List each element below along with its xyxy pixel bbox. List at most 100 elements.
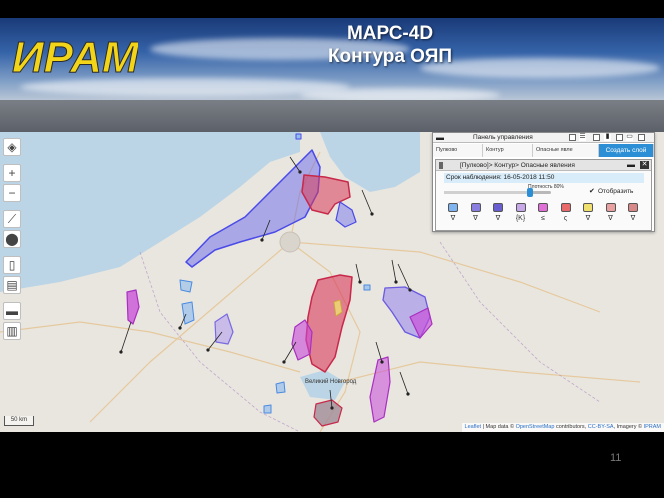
measure-icon[interactable]: ⟋ [3,210,21,228]
provider-link[interactable]: IPRAM [644,424,661,430]
contour-blue-tiny-2[interactable] [363,284,371,291]
layers-icon[interactable]: ◈ [3,138,21,156]
ipram-logo: ИРАМ [12,33,139,83]
contour-blue-small-2[interactable] [179,279,193,293]
map-attribution: Leaflet | Map data © OpenStreetMap contr… [461,423,664,432]
layer-box: [Пулково]> Контур> Опасные явления ▬ ✕ С… [435,159,652,231]
hazard-swatch[interactable]: ∇ [493,203,505,225]
density-slider-fill [444,191,530,194]
ground-band [0,100,664,132]
contour-blue-tiny-1[interactable] [295,133,302,140]
logo-text: ИРАМ [12,33,138,82]
swatch-color[interactable] [605,203,616,212]
contour-gray-south[interactable] [313,399,343,427]
hazard-symbol-icon: ∇ [495,215,501,222]
clipboard-icon[interactable]: ▤ [3,276,21,294]
hazard-symbol-icon: ς [563,215,568,222]
control-panel-title: Панель управления [473,134,533,141]
hazard-swatches: ∇ ∇ ∇ {K} ≤ ς ∇ ∇ ∇ [448,203,648,229]
swatch-color[interactable] [583,203,593,212]
contour-lavender-1[interactable] [214,313,234,345]
checkbox-icon-2[interactable] [593,134,600,141]
hazard-symbol-icon: ∇ [585,215,591,222]
contour-red-central[interactable] [305,274,353,373]
contour-blue-small-4[interactable] [263,404,272,414]
hazard-swatch[interactable]: ∇ [628,203,640,225]
attribution-text: | Map data © [481,424,516,430]
checkbox-icon-3[interactable] [616,134,623,141]
layer-header: [Пулково]> Контур> Опасные явления ▬ ✕ [436,160,651,171]
tab-hazards[interactable]: Опасные явле [533,144,599,157]
checkbox-icon[interactable] [569,134,576,141]
slide-header: ИРАМ МАРС-4D Контура ОЯП [0,18,664,132]
hazard-swatch[interactable]: ∇ [470,203,483,225]
print-icon[interactable]: ▬ [3,302,21,320]
tab-pulkovo[interactable]: Пулково [433,144,483,157]
swatch-color[interactable] [515,203,526,212]
swatch-color[interactable] [560,203,571,212]
swatch-color[interactable] [538,203,548,212]
contour-blue-small-3[interactable] [275,381,286,394]
hazard-swatch[interactable]: ς [560,203,573,225]
tab-contour[interactable]: Контур [483,144,533,157]
city-label: Великий Новгород [305,378,357,385]
control-panel: ▬ Панель управления ☰ ▮ ▭ Пулково Контур… [432,132,655,232]
document-icon[interactable]: ▯ [3,256,21,274]
close-icon[interactable]: ✕ [640,161,649,169]
zoom-in-icon[interactable]: + [3,164,21,182]
zoom-out-icon[interactable]: − [3,184,21,202]
swatch-color[interactable] [470,203,481,212]
hazard-swatch[interactable]: ∇ [448,203,460,225]
leaflet-link[interactable]: Leaflet [465,424,482,430]
attribution-contributors: contributors, [554,424,588,430]
density-label: Плотность 80% [528,184,564,190]
drag-handle-icon[interactable] [439,162,443,169]
title-line-1: МАРС-4D [346,23,434,44]
title-line-2: Контура ОЯП [327,46,453,67]
borders [139,241,601,432]
control-panel-header: ▬ Панель управления ☰ ▮ ▭ [433,133,654,143]
contour-magenta-central[interactable] [291,319,313,361]
license-link[interactable]: CC-BY-SA [588,424,614,430]
hazard-symbol-icon: ∇ [608,215,613,222]
checkbox-icon-4[interactable] [638,134,645,141]
menu-icon[interactable]: ☰ [579,133,586,141]
collapse-icon[interactable]: ▬ [436,133,444,142]
density-slider-knob[interactable] [526,188,533,197]
swatch-color[interactable] [628,203,638,212]
control-panel-tabs: Пулково Контур Опасные явле Создать слой [433,144,654,157]
hazard-swatch[interactable]: ∇ [605,203,618,225]
hazard-swatch[interactable]: ≤ [538,203,550,225]
minimize-icon[interactable]: ▬ [627,161,635,169]
contour-magenta-west[interactable] [126,289,140,325]
slide: ИРАМ МАРС-4D Контура ОЯП Великий Новгоро… [0,0,664,498]
hazard-symbol-icon: ∇ [450,215,456,222]
hazard-swatch[interactable]: {K} [515,203,528,225]
show-label: Отобразить [598,188,634,195]
hazard-swatch[interactable]: ∇ [583,203,595,225]
show-toggle[interactable]: ✔ Отобразить [589,188,633,195]
create-layer-button[interactable]: Создать слой [599,144,654,157]
lake-ilmen [300,370,345,400]
monitor-icon[interactable]: ▭ [626,133,633,141]
contour-magenta-south[interactable] [369,356,391,423]
swatch-color[interactable] [448,203,458,212]
map-view[interactable]: Великий Новгород ◈ + − ⟋ ⬤ ▯ ▤ ▬ ▥ 50 km Leaflet… [0,132,664,432]
slide-title: МАРС-4D Контура ОЯП [300,22,480,68]
scale-bar: 50 km [4,416,34,426]
marker-icon[interactable]: ⬤ [3,230,21,248]
check-icon[interactable]: ✔ [589,188,596,195]
osm-link[interactable]: OpenStreetMap [516,424,555,430]
hazard-symbol-icon: ≤ [541,215,545,222]
city-spb [279,231,301,253]
layer-title: [Пулково]> Контур> Опасные явления [460,162,575,169]
book-icon[interactable]: ▮ [604,133,611,141]
hazard-symbol-icon: {K} [515,215,526,222]
attribution-imagery: , Imagery © [613,424,644,430]
swatch-color[interactable] [493,203,503,212]
contour-blue-ne[interactable] [335,201,357,228]
chart-icon[interactable]: ▥ [3,322,21,340]
observation-time: Срок наблюдения: 16-05-2018 11:50 [444,173,644,183]
contour-blue-small-1[interactable] [181,301,195,325]
page-number: 11 [610,452,622,464]
